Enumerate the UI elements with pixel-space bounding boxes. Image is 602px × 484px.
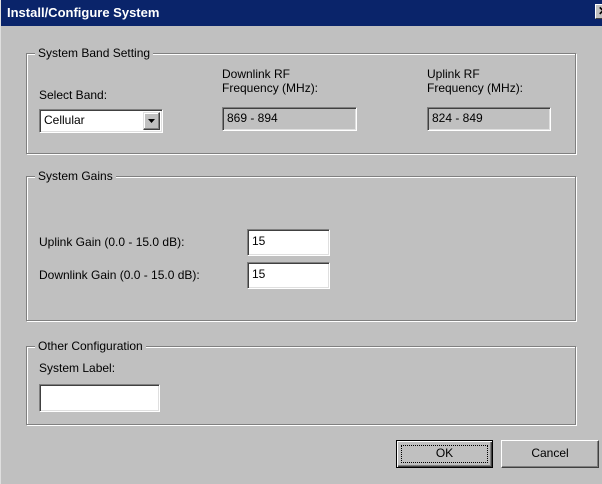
uplink-gain-input[interactable]: 15 [247,229,330,256]
close-icon: ✕ [598,4,602,18]
system-band-setting-group: System Band Setting [26,46,576,154]
group-legend: System Band Setting [35,46,154,60]
system-label-label: System Label: [39,361,116,375]
uplink-gain-label: Uplink Gain (0.0 - 15.0 dB): [39,235,185,249]
uplink-frequency-field: 824 - 849 [427,107,551,131]
uplink-gain-value: 15 [252,234,266,248]
system-label-input[interactable] [39,384,160,412]
select-band-label: Select Band: [39,88,108,102]
select-band-dropdown[interactable]: Cellular [39,109,163,133]
uplink-rf-label-line2: Frequency (MHz): [427,81,524,95]
select-band-value: Cellular [44,113,85,127]
downlink-gain-label: Downlink Gain (0.0 - 15.0 dB): [39,268,200,282]
ok-button[interactable]: OK [396,440,493,468]
ok-button-label: OK [435,446,454,460]
downlink-rf-label-line1: Downlink RF [222,67,291,81]
downlink-frequency-value: 869 - 894 [227,111,278,125]
title-bar: Install/Configure System ✕ [1,0,602,26]
cancel-button[interactable]: Cancel [501,440,599,468]
downlink-gain-value: 15 [252,267,266,281]
dropdown-button[interactable] [143,112,160,130]
downlink-frequency-field: 869 - 894 [222,107,357,131]
uplink-frequency-value: 824 - 849 [432,111,483,125]
window-title: Install/Configure System [7,5,160,20]
install-configure-dialog: Install/Configure System ✕ System Band S… [0,0,602,484]
group-legend: Other Configuration [35,339,146,353]
close-button[interactable]: ✕ [595,4,602,19]
downlink-rf-label-line2: Frequency (MHz): [222,81,319,95]
uplink-rf-label-line1: Uplink RF [427,67,480,81]
cancel-button-label: Cancel [531,446,569,460]
chevron-down-icon [148,119,155,123]
downlink-gain-input[interactable]: 15 [247,262,330,289]
group-legend: System Gains [35,169,116,183]
